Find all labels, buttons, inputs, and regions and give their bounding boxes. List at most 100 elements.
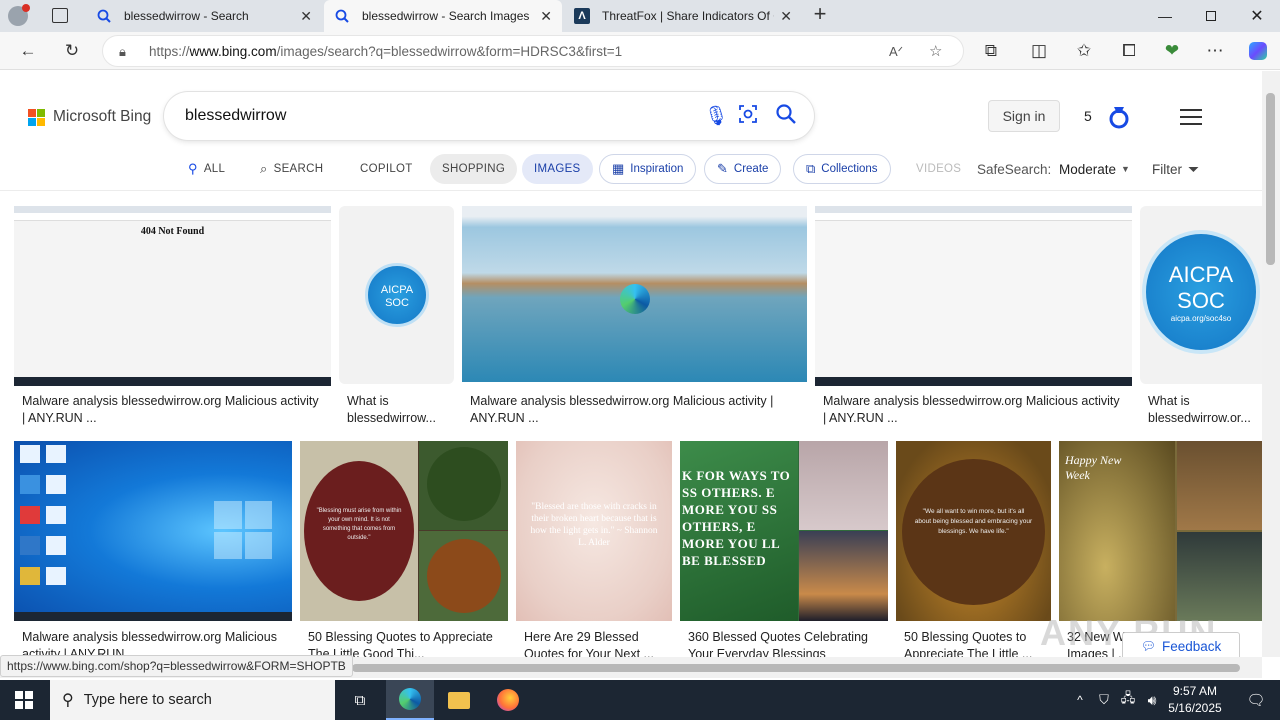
feedback-button[interactable]: 💬︎ Feedback: [1122, 632, 1240, 660]
copilot-icon[interactable]: [1244, 37, 1272, 65]
result-image-10[interactable]: "We all want to win more, but it's all a…: [896, 441, 1051, 621]
microphone-icon[interactable]: 🎙︎: [704, 104, 728, 128]
chevron-down-icon: ▼: [1121, 164, 1130, 174]
result-caption[interactable]: Malware analysis blessedwirrow.org Malic…: [823, 393, 1123, 429]
tab-search[interactable]: blessedwirrow - Search ✕: [86, 0, 322, 32]
file-explorer-icon[interactable]: [435, 680, 483, 720]
scroll-thumb[interactable]: [1266, 93, 1275, 265]
navigation-bar: ← ↻ 🔒︎ https://www.bing.com/images/searc…: [0, 32, 1280, 70]
collections-icon: ⧉: [806, 161, 816, 176]
bing-icon: [96, 8, 112, 24]
quote-text: "We all want to win more, but it's all a…: [902, 459, 1045, 605]
result-image-2[interactable]: AICPA SOC: [339, 206, 454, 384]
tab-copilot[interactable]: COPILOT: [360, 154, 413, 184]
feedback-icon: 💬︎: [1140, 639, 1156, 653]
taskbar-search-placeholder: Type here to search: [83, 692, 212, 708]
favorite-star-icon[interactable]: ☆: [929, 42, 942, 60]
create-button[interactable]: ✎ Create: [704, 154, 782, 184]
inspiration-button[interactable]: ▦ Inspiration: [599, 154, 697, 184]
tab-search[interactable]: ⌕ SEARCH: [260, 154, 323, 184]
chat-search-icon: ⌕: [260, 161, 268, 176]
close-icon[interactable]: ✕: [300, 8, 312, 25]
read-aloud-icon[interactable]: Aᐟ: [889, 44, 903, 60]
aicpa-badge: AICPA SOC aicpa.org/soc4so: [1142, 230, 1260, 354]
taskbar-search[interactable]: ⚲ Type here to search: [50, 680, 335, 720]
result-image-9[interactable]: K FOR WAYS TO SS OTHERS. E MORE YOU SS O…: [680, 441, 888, 621]
safesearch-dropdown[interactable]: Moderate ▼: [1059, 154, 1130, 184]
result-image-4[interactable]: [815, 206, 1132, 386]
result-image-8[interactable]: "Blessed are those with cracks in their …: [516, 441, 672, 621]
bing-logo[interactable]: Microsoft Bing: [28, 108, 151, 126]
rewards-count[interactable]: 5: [1084, 108, 1092, 124]
tab-all[interactable]: ⚲ ALL: [188, 154, 225, 184]
search-input[interactable]: blessedwirrow: [185, 107, 286, 125]
safesearch-label: SafeSearch:: [977, 161, 1052, 177]
tab-images[interactable]: IMAGES: [522, 154, 593, 184]
firefox-icon[interactable]: [484, 680, 532, 720]
scroll-thumb[interactable]: [352, 664, 1240, 672]
threatfox-icon: Λ: [574, 8, 590, 24]
tab-title: ThreatFox | Share Indicators Of C: [602, 9, 775, 23]
extensions-icon[interactable]: ⧉: [977, 37, 1005, 65]
close-window-button[interactable]: ✕: [1234, 0, 1280, 32]
menu-icon[interactable]: [1180, 109, 1202, 125]
quote-text: "Blessed are those with cracks in their …: [530, 502, 658, 548]
new-tab-button[interactable]: +: [808, 3, 832, 27]
close-icon[interactable]: ✕: [540, 8, 552, 25]
result-caption[interactable]: Malware analysis blessedwirrow.org Malic…: [470, 393, 800, 429]
sign-in-button[interactable]: Sign in: [988, 100, 1060, 132]
create-icon: ✎: [717, 161, 728, 176]
start-button[interactable]: [0, 680, 48, 720]
funnel-icon: ⏷: [1188, 160, 1200, 177]
address-bar[interactable]: 🔒︎ https://www.bing.com/images/search?q=…: [102, 35, 964, 67]
tab-shopping[interactable]: SHOPPING: [430, 154, 518, 184]
tab-actions-icon[interactable]: [52, 8, 68, 23]
tab-title: blessedwirrow - Search Images: [362, 9, 530, 23]
notifications-icon[interactable]: 🗨︎: [1232, 680, 1280, 720]
result-image-6[interactable]: [14, 441, 292, 621]
edge-taskbar-icon[interactable]: [386, 680, 434, 720]
profile-avatar[interactable]: [8, 4, 30, 26]
url-text: https://www.bing.com/images/search?q=ble…: [149, 44, 623, 59]
result-caption[interactable]: What is blessedwirrow.or...: [1148, 393, 1258, 429]
refresh-button[interactable]: ↻: [58, 37, 86, 65]
tab-videos[interactable]: VIDEOS: [916, 154, 961, 184]
clock-date: 5/16/2025: [1168, 701, 1222, 715]
minimize-button[interactable]: —: [1142, 0, 1188, 32]
result-image-5[interactable]: AICPA SOC aicpa.org/soc4so: [1140, 206, 1262, 384]
result-image-1[interactable]: 404 Not Found: [14, 206, 331, 386]
quote-text: K FOR WAYS TO SS OTHERS. E MORE YOU SS O…: [682, 468, 791, 568]
favorites-icon[interactable]: ✩: [1070, 37, 1098, 65]
vertical-scrollbar[interactable]: [1262, 71, 1280, 657]
taskbar: ⚲ Type here to search ⧉ ^ ⛉ 🖧︎ 🔊︎ 9:57 A…: [0, 680, 1280, 720]
result-image-3[interactable]: [462, 206, 807, 382]
close-icon[interactable]: ✕: [780, 8, 792, 25]
quote-text: "Blessing must arise from within your ow…: [304, 461, 414, 601]
search-icon[interactable]: [776, 104, 796, 130]
restore-button[interactable]: [1188, 0, 1234, 32]
visual-search-icon[interactable]: [738, 104, 758, 130]
collections-icon[interactable]: ⧠: [1115, 37, 1143, 65]
search-icon: ⚲: [62, 692, 74, 709]
performance-icon[interactable]: ❤: [1158, 37, 1186, 65]
result-caption[interactable]: Malware analysis blessedwirrow.org Malic…: [22, 393, 322, 429]
aicpa-url: aicpa.org/soc4so: [1170, 314, 1232, 323]
logo-text: Microsoft Bing: [53, 108, 152, 125]
split-screen-icon[interactable]: ◫: [1025, 37, 1053, 65]
result-image-11[interactable]: Happy New Week: [1059, 441, 1262, 621]
tab-images[interactable]: blessedwirrow - Search Images ✕: [324, 0, 562, 32]
more-options-icon[interactable]: ⋯: [1201, 37, 1229, 65]
result-caption[interactable]: What is blessedwirrow...: [347, 393, 447, 429]
result-image-7[interactable]: "Blessing must arise from within your ow…: [300, 441, 508, 621]
tab-threatfox[interactable]: Λ ThreatFox | Share Indicators Of C ✕: [564, 0, 802, 32]
back-button[interactable]: ←: [14, 37, 42, 65]
windows-logo-icon: [214, 501, 272, 559]
filter-bar: ⚲ ALL ⌕ SEARCH COPILOT SHOPPING IMAGES ▦ In…: [0, 153, 1262, 185]
task-view-icon[interactable]: ⧉: [336, 680, 384, 720]
collections-button[interactable]: ⧉ Collections: [793, 154, 891, 184]
search-box[interactable]: blessedwirrow 🎙︎: [164, 92, 814, 140]
rewards-medal-icon[interactable]: [1106, 105, 1132, 131]
clock[interactable]: 9:57 AM 5/16/2025: [1160, 683, 1230, 717]
aicpa-badge: AICPA SOC: [365, 263, 429, 327]
filter-button[interactable]: Filter ⏷: [1152, 154, 1199, 184]
